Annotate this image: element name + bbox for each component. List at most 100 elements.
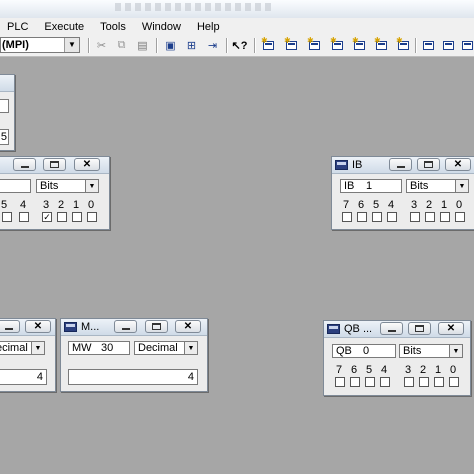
menu-window[interactable]: Window bbox=[133, 21, 188, 33]
window-icon bbox=[335, 160, 348, 170]
grid-icon[interactable]: ⊞ bbox=[184, 38, 199, 52]
toolbar-separator bbox=[415, 38, 417, 53]
insert-row-icon[interactable]: ⇥ bbox=[205, 38, 220, 52]
bit-checkbox[interactable] bbox=[357, 212, 367, 222]
close-button[interactable]: ✕ bbox=[175, 320, 201, 333]
maximize-button[interactable] bbox=[408, 322, 431, 335]
chevron-down-icon[interactable]: ▼ bbox=[449, 345, 462, 357]
address-field[interactable] bbox=[0, 179, 31, 193]
minimize-button[interactable] bbox=[13, 158, 36, 171]
bit-checkbox[interactable] bbox=[72, 212, 82, 222]
paste-icon[interactable]: ▤ bbox=[135, 38, 150, 52]
window-title: IB bbox=[352, 159, 363, 171]
bit-checkbox[interactable] bbox=[404, 377, 414, 387]
value-field[interactable]: 4 bbox=[0, 369, 47, 385]
bit-checkbox[interactable] bbox=[440, 212, 450, 222]
menu-plc[interactable]: PLC bbox=[0, 21, 35, 33]
menu-tools[interactable]: Tools bbox=[91, 21, 133, 33]
bit-label: 3 bbox=[405, 364, 412, 376]
bit-checkbox[interactable] bbox=[449, 377, 459, 387]
new-window-icon[interactable]: ✱ bbox=[374, 36, 389, 52]
minimize-button[interactable] bbox=[380, 322, 403, 335]
value-field[interactable]: 5 bbox=[0, 129, 9, 145]
bit-checkbox[interactable] bbox=[342, 212, 352, 222]
bit-checkbox[interactable] bbox=[372, 212, 382, 222]
new-window-icon[interactable]: ✱ bbox=[261, 36, 276, 52]
new-window-icon[interactable]: ✱ bbox=[352, 36, 367, 52]
maximize-button[interactable] bbox=[417, 158, 440, 171]
format-select[interactable]: Bits ▼ bbox=[399, 344, 463, 358]
format-select[interactable]: Decimal ▼ bbox=[134, 341, 198, 355]
insert-table-icon[interactable]: ▣ bbox=[163, 38, 178, 52]
chevron-down-icon[interactable]: ▼ bbox=[64, 38, 79, 52]
close-button[interactable]: ✕ bbox=[74, 158, 100, 171]
window-title: M... bbox=[81, 321, 100, 333]
window-title-bar[interactable]: IB ✕ bbox=[332, 157, 474, 174]
new-window-icon[interactable]: ✱ bbox=[330, 36, 345, 52]
cut-icon[interactable]: ✂ bbox=[94, 38, 109, 52]
close-button[interactable]: ✕ bbox=[438, 322, 464, 335]
bit-checkbox[interactable] bbox=[455, 212, 465, 222]
bit-checkbox[interactable] bbox=[434, 377, 444, 387]
variable-window-partial-top: 5 bbox=[0, 74, 15, 151]
bit-checkbox[interactable] bbox=[19, 212, 29, 222]
toolbar-separator bbox=[226, 38, 228, 53]
minimize-icon bbox=[387, 329, 396, 332]
minimize-button[interactable] bbox=[0, 320, 20, 333]
close-button[interactable]: ✕ bbox=[445, 158, 471, 171]
copy-icon[interactable]: ⧉ bbox=[114, 38, 129, 52]
window-title-bar[interactable]: ✕ bbox=[0, 319, 55, 336]
bit-checkbox[interactable] bbox=[387, 212, 397, 222]
bit-checkbox-checked[interactable]: ✓ bbox=[42, 212, 52, 222]
chevron-down-icon[interactable]: ▼ bbox=[85, 180, 98, 192]
bit-checkbox[interactable] bbox=[335, 377, 345, 387]
connection-select[interactable]: (MPI) ▼ bbox=[0, 37, 80, 53]
maximize-icon bbox=[424, 161, 433, 168]
window-layout-icon[interactable] bbox=[421, 38, 436, 52]
address-field[interactable]: QB 0 bbox=[332, 344, 396, 358]
toolbar-separator bbox=[88, 38, 90, 53]
maximize-button[interactable] bbox=[145, 320, 168, 333]
menu-execute[interactable]: Execute bbox=[35, 21, 91, 33]
chevron-down-icon[interactable]: ▼ bbox=[184, 342, 197, 354]
bit-checkbox[interactable] bbox=[419, 377, 429, 387]
new-window-icon[interactable]: ✱ bbox=[284, 36, 299, 52]
chevron-down-icon[interactable]: ▼ bbox=[455, 180, 468, 192]
window-title-bar[interactable]: QB ... ✕ bbox=[324, 321, 470, 338]
bit-checkbox[interactable] bbox=[2, 212, 12, 222]
format-select[interactable]: Bits ▼ bbox=[406, 179, 469, 193]
address-field[interactable]: IB 1 bbox=[340, 179, 402, 193]
new-window-icon[interactable]: ✱ bbox=[396, 36, 411, 52]
bit-checkbox[interactable] bbox=[87, 212, 97, 222]
bit-checkbox[interactable] bbox=[365, 377, 375, 387]
new-window-icon[interactable]: ✱ bbox=[307, 36, 322, 52]
window-title-bar[interactable]: ✕ bbox=[0, 157, 109, 174]
help-pointer-icon[interactable]: ↖? bbox=[232, 38, 248, 52]
app-title-bar bbox=[0, 0, 474, 19]
menu-help[interactable]: Help bbox=[188, 21, 227, 33]
window-title-bar[interactable] bbox=[0, 75, 14, 92]
minimize-button[interactable] bbox=[114, 320, 137, 333]
window-title-bar[interactable]: M... ✕ bbox=[61, 319, 207, 336]
variable-window-partial-bits: ✕ Bits ▼ 5 4 3 2 1 0 ✓ bbox=[0, 156, 110, 230]
window-layout-icon[interactable] bbox=[460, 38, 474, 52]
bit-checkbox[interactable] bbox=[350, 377, 360, 387]
address-field[interactable]: MW 30 bbox=[68, 341, 130, 355]
bit-checkbox[interactable] bbox=[425, 212, 435, 222]
format-select[interactable]: Bits ▼ bbox=[36, 179, 99, 193]
format-select[interactable]: ecimal ▼ bbox=[0, 341, 45, 355]
window-layout-icon[interactable] bbox=[441, 38, 456, 52]
address-field[interactable] bbox=[0, 99, 9, 113]
maximize-button[interactable] bbox=[43, 158, 66, 171]
variable-window-ib: IB ✕ IB 1 Bits ▼ 7 6 5 4 3 2 1 0 bbox=[331, 156, 474, 230]
bit-checkbox[interactable] bbox=[410, 212, 420, 222]
close-button[interactable]: ✕ bbox=[25, 320, 51, 333]
bit-checkbox[interactable] bbox=[380, 377, 390, 387]
bit-label: 1 bbox=[435, 364, 442, 376]
value-field[interactable]: 4 bbox=[68, 369, 198, 385]
minimize-icon bbox=[20, 165, 29, 168]
chevron-down-icon[interactable]: ▼ bbox=[31, 342, 44, 354]
minimize-button[interactable] bbox=[389, 158, 412, 171]
bit-label: 3 bbox=[43, 199, 50, 211]
bit-checkbox[interactable] bbox=[57, 212, 67, 222]
